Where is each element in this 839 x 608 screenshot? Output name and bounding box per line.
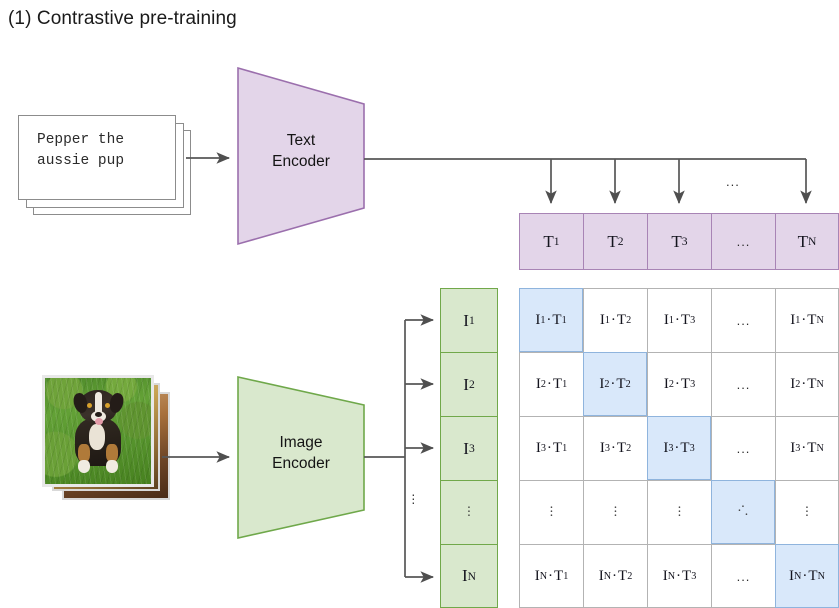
matrix-ellipsis-v-c3: · · · <box>647 480 711 544</box>
clip-contrastive-pretraining-diagram: (1) Contrastive pre-training Pepper the … <box>0 0 839 608</box>
matrix-cell-i3-tN: I 3 · T N <box>775 416 839 480</box>
matrix-ellipsis-h-r3: ... <box>711 416 775 480</box>
matrix-cell-i3-t3: I 3 · T 3 <box>647 416 711 480</box>
text-embeddings-row: T 1 T 2 T 3... T N <box>519 213 839 270</box>
matrix-cell-i2-tN: I 2 · T N <box>775 352 839 416</box>
matrix-cell-iN-t3: I N · T 3 <box>647 544 711 608</box>
puppy-illustration <box>65 390 131 476</box>
image-embeddings-column: I 1 I 2 I 3 · · · I N <box>440 288 498 608</box>
matrix-cell-i3-t2: I 3 · T 2 <box>583 416 647 480</box>
text-embedding-ellipsis: ... <box>711 213 775 270</box>
matrix-cell-i1-t3: I 1 · T 3 <box>647 288 711 352</box>
image-bus-ellipsis: · · · <box>411 486 416 510</box>
matrix-cell-iN-tN: I N · T N <box>775 544 839 608</box>
image-card-front-puppy-photo <box>42 375 154 487</box>
text-embedding-cell-2: T2 <box>583 213 647 270</box>
matrix-cell-i1-t1: I 1 · T 1 <box>519 288 583 352</box>
matrix-ellipsis-h-r5: ... <box>711 544 775 608</box>
matrix-ellipsis-diagonal: · · · <box>711 480 775 544</box>
page-title: (1) Contrastive pre-training <box>8 8 237 29</box>
matrix-cell-iN-t1: I N · T 1 <box>519 544 583 608</box>
matrix-cell-i1-t2: I 1 · T 2 <box>583 288 647 352</box>
image-embedding-cell-N: IN <box>440 544 498 608</box>
image-embedding-cell-2: I2 <box>440 352 498 416</box>
matrix-cell-i1-tN: I 1 · T N <box>775 288 839 352</box>
matrix-ellipsis-h-r1: ... <box>711 288 775 352</box>
matrix-cell-i3-t1: I 3 · T 1 <box>519 416 583 480</box>
matrix-cell-iN-t2: I N · T 2 <box>583 544 647 608</box>
text-embedding-cell-N: TN <box>775 213 839 270</box>
matrix-ellipsis-v-c1: · · · <box>519 480 583 544</box>
image-embedding-cell-1: I1 <box>440 288 498 352</box>
matrix-cell-i2-t2: I 2 · T 2 <box>583 352 647 416</box>
image-embedding-cell-3: I3 <box>440 416 498 480</box>
matrix-cell-i2-t1: I 2 · T 1 <box>519 352 583 416</box>
text-sample-label: Pepper the aussie pup <box>37 132 125 169</box>
text-embeddings-top-ellipsis: ... <box>726 174 740 189</box>
text-embedding-cell-3: T3 <box>647 213 711 270</box>
text-encoder-label: Text Encoder <box>272 132 330 170</box>
text-encoder-block[interactable]: Text Encoder <box>236 66 366 246</box>
similarity-matrix: I 1 · T 1 I 1 · T 2 I 1 · T 3... I 1 · T N I 2 · T 1 I 2 · T 2 I 2 · T 3..… <box>519 288 839 608</box>
image-encoder-label: Image Encoder <box>272 434 330 472</box>
image-embedding-ellipsis: · · · <box>440 480 498 544</box>
matrix-ellipsis-v-c5: · · · <box>775 480 839 544</box>
text-card-front: Pepper the aussie pup <box>18 115 176 200</box>
matrix-ellipsis-v-c2: · · · <box>583 480 647 544</box>
image-encoder-block[interactable]: Image Encoder <box>236 375 366 540</box>
text-embedding-cell-1: T1 <box>519 213 583 270</box>
matrix-ellipsis-h-r2: ... <box>711 352 775 416</box>
matrix-cell-i2-t3: I 2 · T 3 <box>647 352 711 416</box>
